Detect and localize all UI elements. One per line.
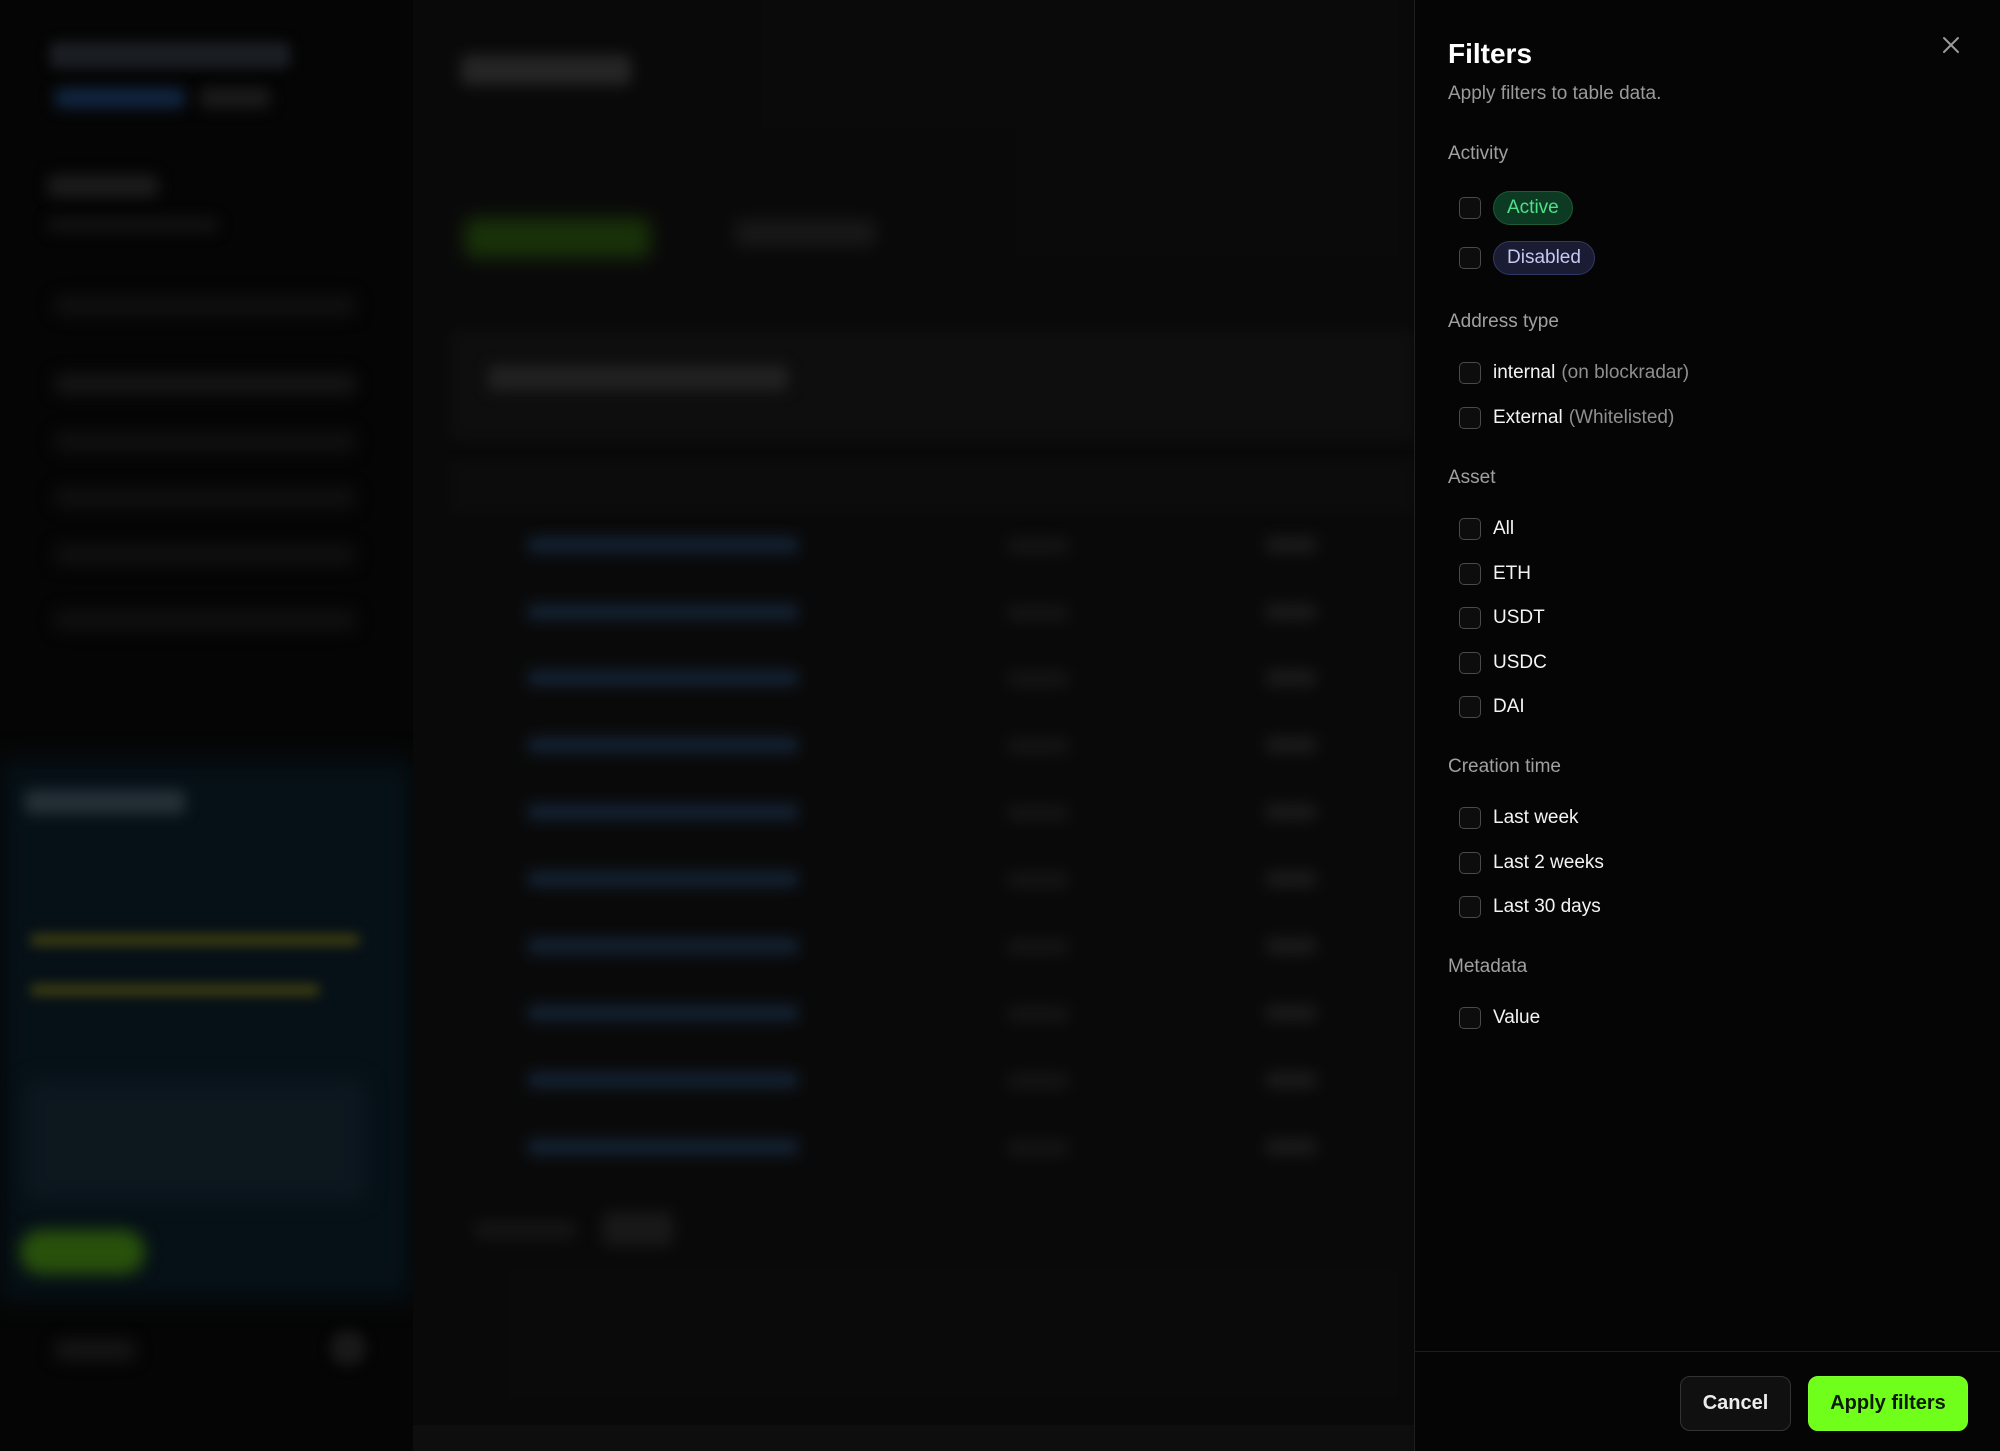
filter-option-internal[interactable]: internal (on blockradar) [1448,351,1689,396]
filter-option-usdt[interactable]: USDT [1448,596,1547,641]
checkbox-last-2-weeks[interactable] [1459,851,1481,874]
filter-option-eth[interactable]: ETH [1448,552,1547,597]
option-label-usdt: USDT [1493,607,1545,629]
checkbox-external[interactable] [1459,406,1481,429]
drawer-subtitle: Apply filters to table data. [1448,83,1662,104]
activity-section: Activity Active Disabled [1448,143,1595,283]
filter-option-all[interactable]: All [1448,507,1547,552]
filter-option-dai[interactable]: DAI [1448,685,1547,730]
option-label-last-2-weeks: Last 2 weeks [1493,851,1604,873]
option-label-eth: ETH [1493,562,1531,584]
section-label-address-type: Address type [1448,311,1559,332]
option-label-usdc: USDC [1493,651,1547,673]
status-badge-active: Active [1493,191,1573,225]
checkbox-all[interactable] [1459,518,1481,541]
modal-backdrop[interactable] [0,0,1414,1451]
checkbox-last-week[interactable] [1459,807,1481,830]
checkbox-dai[interactable] [1459,696,1481,719]
option-note-internal: (on blockradar) [1561,362,1690,384]
checkbox-usdt[interactable] [1459,607,1481,630]
checkbox-active[interactable] [1459,197,1481,219]
option-label-last-30-days: Last 30 days [1493,896,1601,918]
drawer-title: Filters [1448,38,1533,69]
section-label-metadata: Metadata [1448,956,1528,977]
filter-option-disabled[interactable]: Disabled [1448,233,1595,283]
asset-section: Asset All ETH USDT USDC DAI [1448,467,1547,730]
option-label-last-week: Last week [1493,807,1579,829]
checkbox-internal[interactable] [1459,362,1481,385]
drawer-footer: Cancel Apply filters [1415,1351,2000,1451]
filter-option-last-week[interactable]: Last week [1448,796,1604,841]
option-label-all: All [1493,518,1515,540]
status-badge-disabled: Disabled [1493,241,1595,275]
address-type-section: Address type internal (on blockradar) Ex… [1448,311,1689,440]
close-button[interactable] [1938,32,1964,58]
option-label-external: External [1493,406,1563,428]
filter-option-usdc[interactable]: USDC [1448,641,1547,686]
filter-option-active[interactable]: Active [1448,183,1595,233]
option-label-value: Value [1493,1007,1541,1029]
option-label-dai: DAI [1493,696,1525,718]
close-icon [1943,37,1959,53]
checkbox-usdc[interactable] [1459,651,1481,674]
apply-filters-button[interactable]: Apply filters [1808,1376,1968,1431]
checkbox-last-30-days[interactable] [1459,896,1481,919]
filter-option-last-30-days[interactable]: Last 30 days [1448,885,1604,930]
filters-drawer: Filters Apply filters to table data. Act… [1414,0,2000,1451]
checkbox-value[interactable] [1459,1007,1481,1030]
cancel-button[interactable]: Cancel [1680,1376,1791,1431]
section-label-creation-time: Creation time [1448,756,1561,777]
section-label-activity: Activity [1448,143,1509,164]
checkbox-eth[interactable] [1459,562,1481,585]
checkbox-disabled[interactable] [1459,247,1481,269]
option-note-external: (Whitelisted) [1568,406,1675,428]
creation-time-section: Creation time Last week Last 2 weeks Las… [1448,756,1604,930]
option-label-internal: internal [1493,362,1556,384]
section-label-asset: Asset [1448,467,1496,488]
filter-option-last-2-weeks[interactable]: Last 2 weeks [1448,841,1604,886]
filter-option-value[interactable]: Value [1448,996,1540,1041]
filter-option-external[interactable]: External (Whitelisted) [1448,396,1689,441]
metadata-section: Metadata Value [1448,956,1540,1041]
